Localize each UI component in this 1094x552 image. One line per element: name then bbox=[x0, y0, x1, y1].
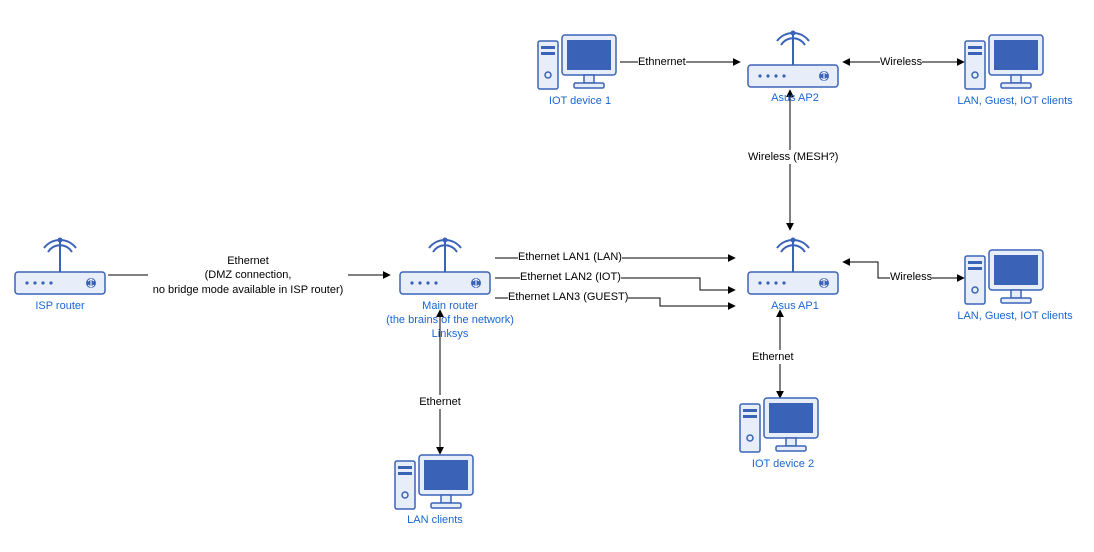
edge-ap1-iot2: Ethernet bbox=[752, 350, 794, 364]
edge-main-lan: Ethernet bbox=[395, 395, 485, 409]
edge-ap1-ap2: Wireless (MESH?) bbox=[748, 150, 838, 164]
clients-top-label: LAN, Guest, IOT clients bbox=[945, 95, 1085, 109]
main-router-label: Main router (the brains of the network) … bbox=[370, 300, 530, 341]
asus-ap1-label: Asus AP1 bbox=[740, 300, 850, 314]
clients-mid-icon bbox=[965, 250, 1043, 304]
iot1-label: IOT device 1 bbox=[530, 95, 630, 109]
edge-isp-main: Ethernet (DMZ connection, no bridge mode… bbox=[148, 254, 348, 297]
asus-ap2-icon bbox=[748, 31, 838, 88]
iot-device-1-icon bbox=[538, 35, 616, 89]
clients-top-icon bbox=[965, 35, 1043, 89]
isp-router-label: ISP router bbox=[0, 300, 120, 314]
isp-router-icon bbox=[15, 238, 105, 295]
main-router-icon bbox=[400, 238, 490, 295]
asus-ap2-label: Asus AP2 bbox=[740, 92, 850, 106]
lan-clients-icon bbox=[395, 455, 473, 509]
edge-iot1-ap2: Ethnernet bbox=[638, 55, 686, 69]
asus-ap1-icon bbox=[748, 238, 838, 295]
clients-mid-label: LAN, Guest, IOT clients bbox=[945, 310, 1085, 324]
iot2-label: IOT device 2 bbox=[728, 458, 838, 472]
iot-device-2-icon bbox=[740, 398, 818, 452]
edge-cm-ap1: Wireless bbox=[890, 270, 932, 284]
edge-lan2: Ethernet LAN2 (IOT) bbox=[520, 270, 621, 284]
edge-lan3: Ethernet LAN3 (GUEST) bbox=[508, 290, 628, 304]
edge-ct-ap2: Wireless bbox=[880, 55, 922, 69]
lan-clients-label: LAN clients bbox=[380, 514, 490, 528]
edge-lan1: Ethernet LAN1 (LAN) bbox=[518, 250, 622, 264]
